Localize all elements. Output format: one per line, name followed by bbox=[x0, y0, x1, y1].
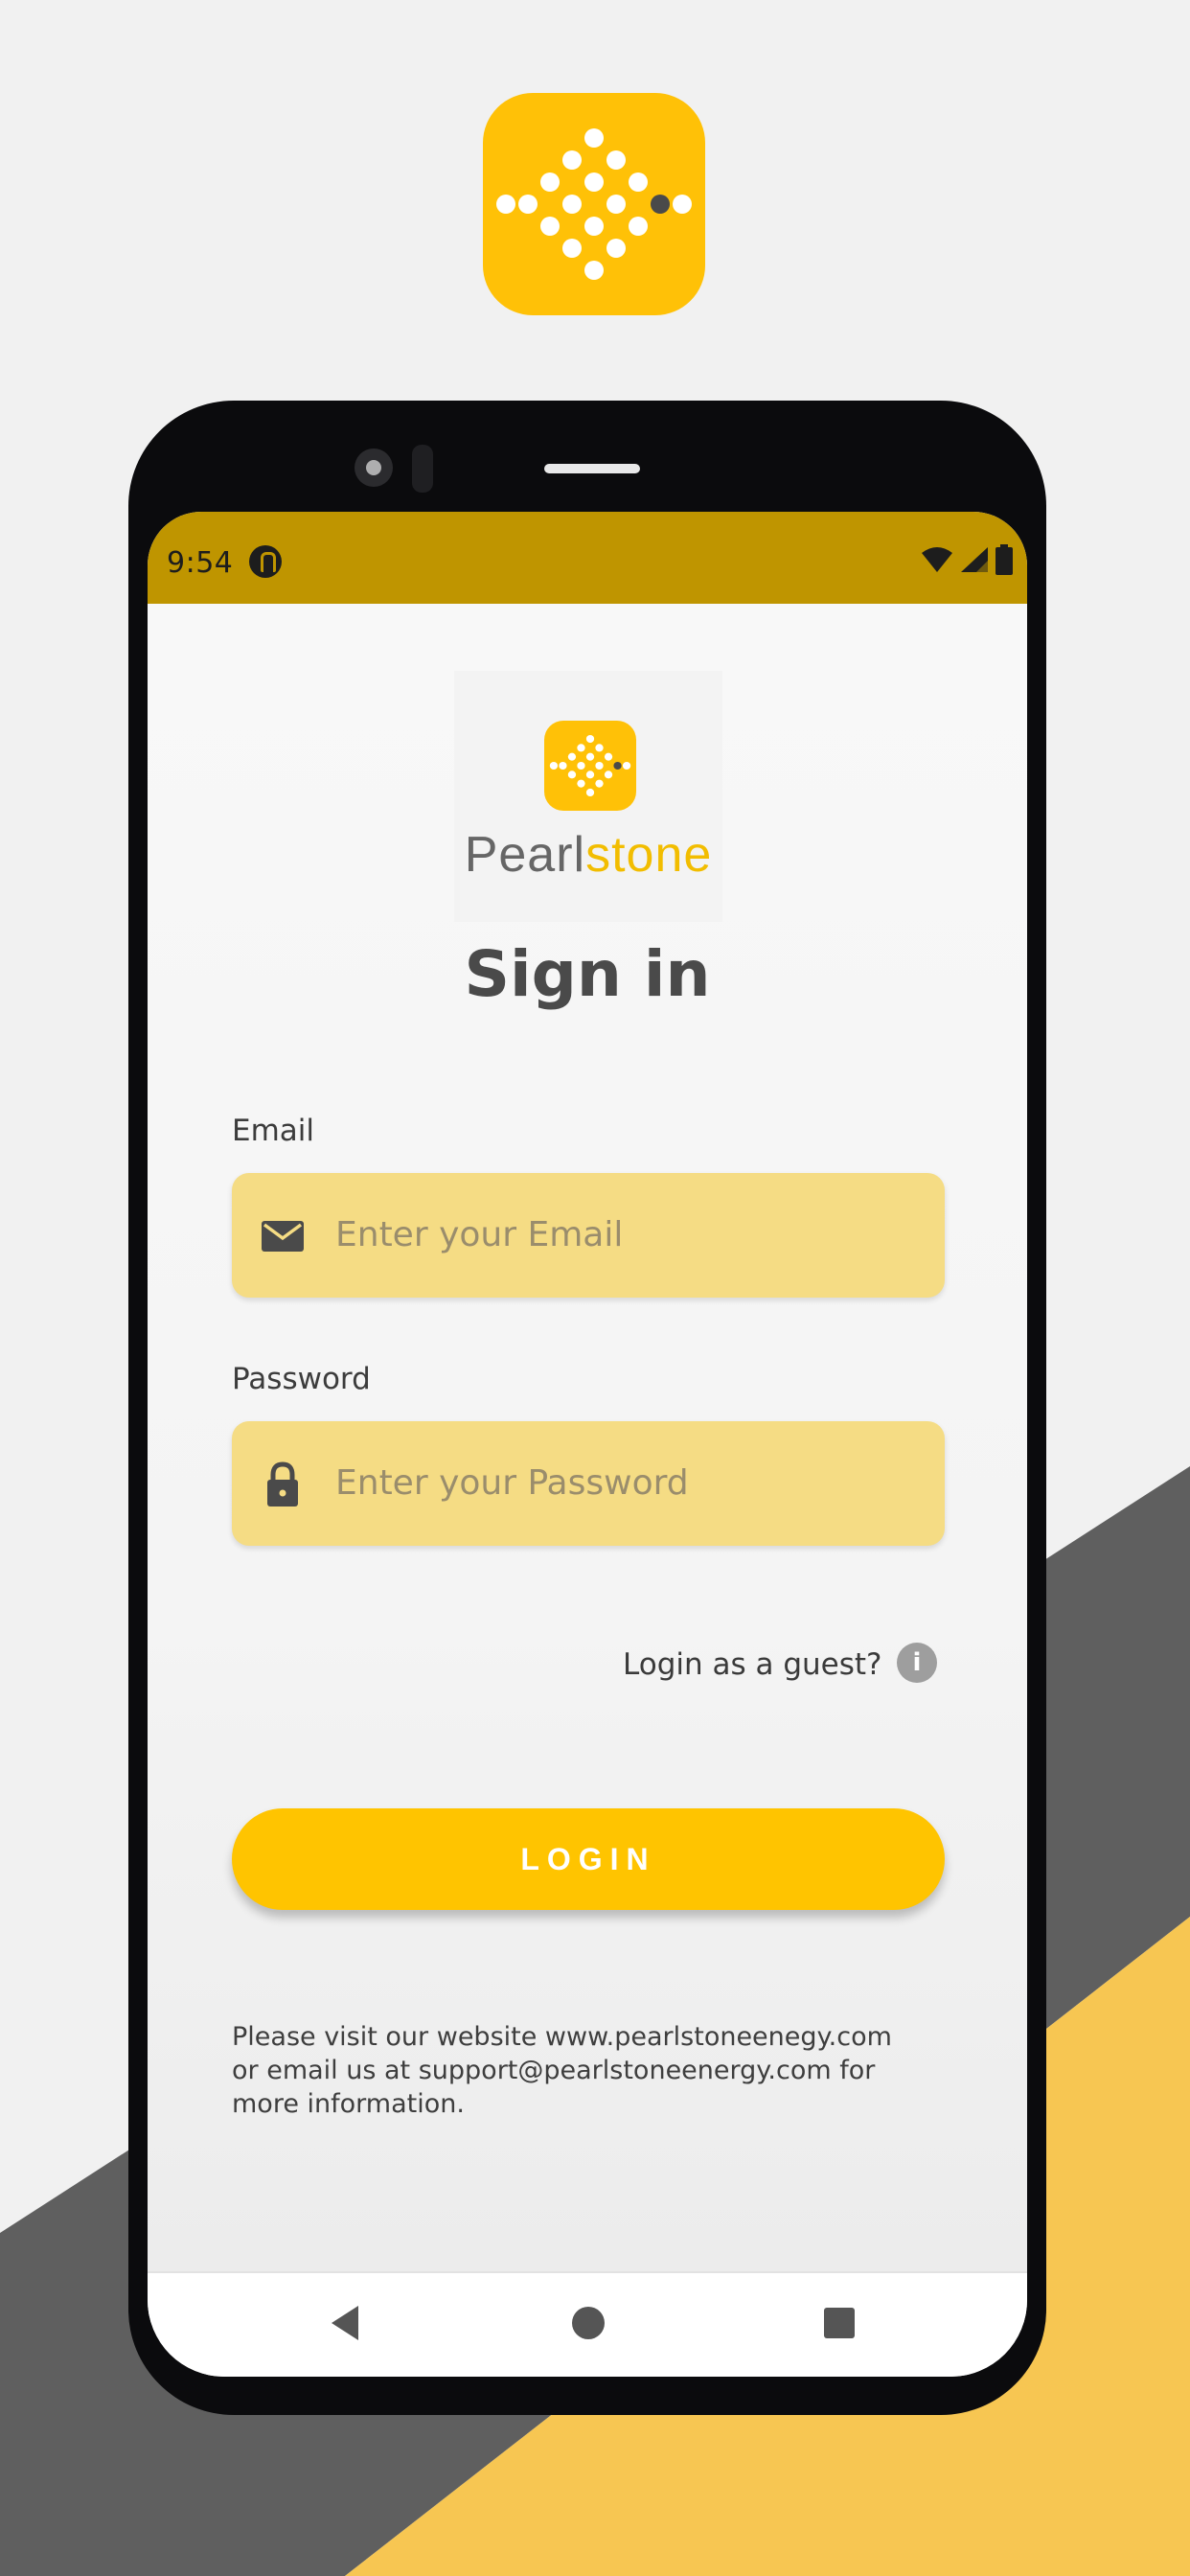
signal-icon bbox=[960, 547, 988, 572]
earpiece-speaker bbox=[544, 464, 640, 473]
email-label: Email bbox=[232, 1114, 315, 1148]
nav-back-icon[interactable] bbox=[326, 2302, 364, 2344]
contact-info-text: Please visit our website www.pearlstonee… bbox=[232, 2022, 892, 2119]
nav-recents-icon[interactable] bbox=[820, 2302, 858, 2344]
brand-name-part1: Pearl bbox=[464, 827, 586, 883]
wifi-icon bbox=[921, 547, 952, 572]
brand-name: Pearlstone bbox=[454, 826, 722, 884]
password-placeholder: Enter your Password bbox=[335, 1463, 689, 1503]
pearlstone-logo-icon bbox=[544, 721, 636, 811]
page-title: Sign in bbox=[464, 937, 711, 1011]
login-page: Pearlstone Sign in Email Enter your Emai… bbox=[148, 604, 1027, 2271]
app-logo-icon bbox=[483, 93, 705, 315]
login-as-guest-link[interactable]: Login as a guest? bbox=[623, 1647, 882, 1682]
password-label: Password bbox=[232, 1362, 371, 1396]
email-placeholder: Enter your Email bbox=[335, 1215, 624, 1254]
email-icon bbox=[262, 1221, 304, 1252]
sensor bbox=[412, 445, 433, 493]
notification-app-icon bbox=[249, 545, 282, 578]
battery-icon bbox=[995, 544, 1013, 575]
brand-logo: Pearlstone bbox=[454, 671, 722, 922]
status-time: 9:54 bbox=[167, 546, 234, 580]
nav-home-icon[interactable] bbox=[569, 2302, 607, 2344]
password-field[interactable]: Enter your Password bbox=[232, 1421, 945, 1546]
front-camera bbox=[355, 448, 393, 487]
phone-screen: 9:54 Pearlstone Sign in Email Enter your… bbox=[148, 512, 1027, 2377]
navigation-bar bbox=[148, 2271, 1027, 2377]
phone-frame: 9:54 Pearlstone Sign in Email Enter your… bbox=[128, 401, 1046, 2415]
info-icon[interactable]: i bbox=[897, 1643, 937, 1683]
status-bar: 9:54 bbox=[148, 512, 1027, 604]
lock-icon bbox=[267, 1461, 298, 1506]
status-icons bbox=[920, 544, 1014, 579]
email-field[interactable]: Enter your Email bbox=[232, 1173, 945, 1298]
brand-name-part2: stone bbox=[585, 827, 713, 883]
login-button[interactable]: LOGIN bbox=[232, 1808, 945, 1910]
